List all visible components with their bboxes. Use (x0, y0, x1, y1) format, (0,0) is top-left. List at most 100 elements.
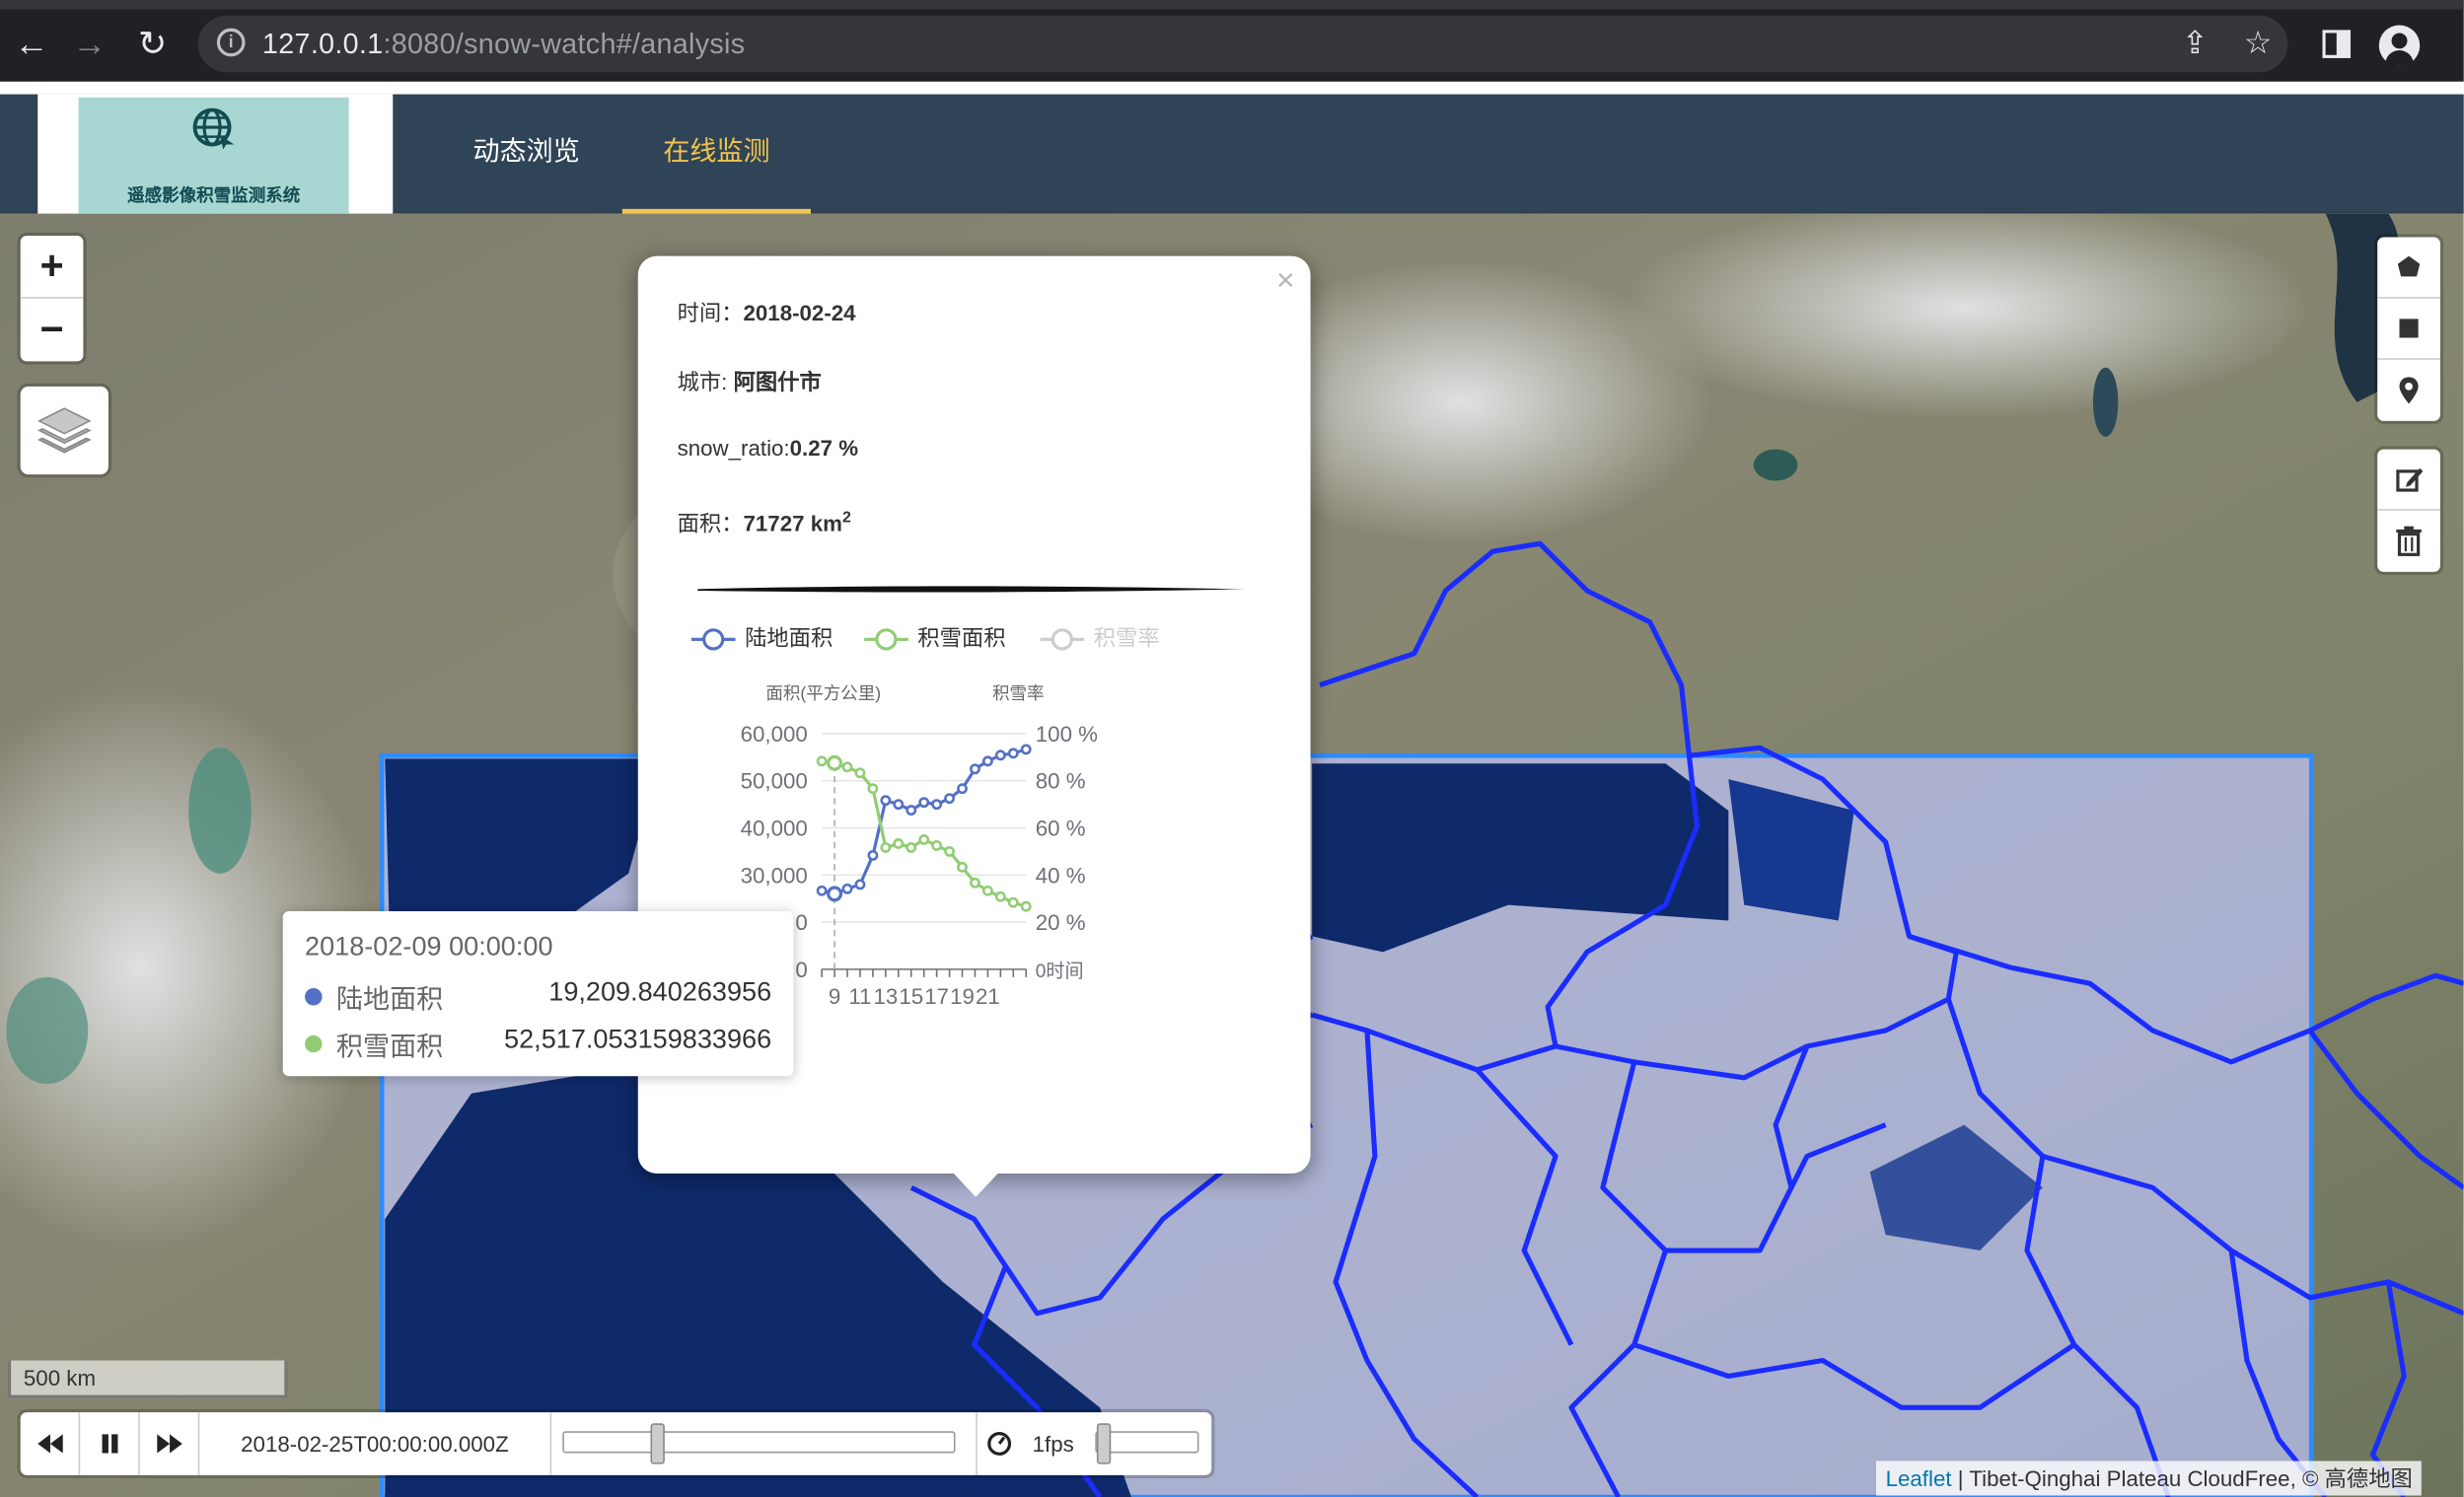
series-point-snow (994, 891, 1006, 902)
rectangle-icon (2399, 319, 2419, 338)
series-point-snow (867, 783, 879, 795)
draw-rectangle-button[interactable] (2377, 299, 2440, 360)
y-left-tick-label: 0 (795, 910, 807, 935)
tooltip-snow-label: 积雪面积 (335, 1032, 444, 1062)
globe-icon (192, 107, 235, 150)
y-right-tick-label: 0时间 (1036, 961, 1084, 982)
reload-icon[interactable]: ↻ (121, 10, 184, 82)
side-panel-icon[interactable] (2310, 10, 2363, 82)
zoom-in-button[interactable]: + (20, 236, 84, 299)
popup-pointer (952, 1172, 1000, 1197)
zoom-out-button[interactable]: − (21, 299, 84, 362)
draw-marker-button[interactable] (2377, 360, 2440, 421)
popup-city-row: 城市: 阿图什市 (678, 366, 822, 397)
legend-ratio-label: 积雪率 (1093, 625, 1160, 651)
polygon-icon (2397, 255, 2421, 277)
series-point-land (893, 799, 905, 811)
browser-toolbar: ← → ↻ i 127.0.0.1:8080/snow-watch#/analy… (0, 0, 2464, 82)
chart-tooltip: 2018-02-09 00:00:00 陆地面积 19,209.84026395… (282, 910, 794, 1077)
legend-snow-ratio[interactable]: 积雪率 (1040, 622, 1160, 654)
tooltip-land-value: 19,209.840263956 (548, 976, 772, 1008)
y-right-axis-name: 积雪率 (992, 683, 1045, 703)
edit-layers-button[interactable] (2377, 450, 2440, 511)
draw-polygon-button[interactable] (2377, 238, 2440, 299)
logo-title: 遥感影像积雪监测系统 (127, 186, 301, 206)
scale-bar: 500 km (7, 1360, 288, 1398)
series-point-land (906, 805, 917, 817)
popup-close-button[interactable]: × (1276, 262, 1295, 300)
tooltip-snow-value: 52,517.053159833966 (504, 1024, 772, 1054)
leaflet-link[interactable]: Leaflet (1886, 1465, 1952, 1490)
fast-forward-icon (157, 1434, 182, 1454)
tab-online-monitoring[interactable]: 在线监测 (621, 95, 811, 214)
step-backward-button[interactable] (21, 1412, 81, 1475)
bookmark-star-icon[interactable]: ☆ (2231, 10, 2284, 82)
y-right-tick-label: 20 % (1036, 910, 1086, 935)
url-path: :8080/snow-watch#/analysis (383, 28, 746, 60)
series-point-snow (827, 754, 843, 771)
logo-panel: 遥感影像积雪监测系统 (78, 97, 349, 214)
layers-icon (37, 407, 92, 454)
x-tick-label: 17 (924, 984, 949, 1009)
series-point-land (841, 883, 853, 894)
popup-time-row: 时间：2018-02-24 (678, 297, 856, 328)
legend-land-label: 陆地面积 (745, 625, 833, 651)
series-point-snow (981, 885, 993, 896)
delete-layers-button[interactable] (2377, 511, 2440, 572)
logo[interactable]: 遥感影像积雪监测系统 (37, 94, 394, 214)
map-pin-icon (2399, 377, 2419, 404)
x-tick-label: 11 (848, 984, 871, 1009)
legend-snow-area[interactable]: 积雪面积 (864, 622, 1006, 654)
y-left-tick-label: 60,000 (741, 722, 808, 747)
city-value: 阿图什市 (733, 369, 822, 394)
tooltip-snow-dot (305, 1034, 323, 1053)
time-slider-track[interactable] (562, 1431, 956, 1454)
url-text: 127.0.0.1:8080/snow-watch#/analysis (262, 16, 745, 72)
area-label: 面积： (677, 510, 744, 536)
time-value: 2018-02-24 (743, 300, 856, 325)
series-point-snow (1020, 900, 1032, 912)
layers-button[interactable] (20, 386, 109, 475)
y-right-tick-label: 80 % (1036, 769, 1086, 794)
forward-icon[interactable]: → (58, 10, 121, 82)
legend-land-area[interactable]: 陆地面积 (690, 622, 833, 654)
tab-dynamic-browse[interactable]: 动态浏览 (466, 95, 588, 214)
y-left-tick-label: 40,000 (741, 816, 808, 840)
series-point-snow (854, 767, 866, 779)
series-point-land (827, 886, 843, 902)
series-point-land (918, 797, 930, 809)
city-label: 城市: (677, 369, 734, 394)
series-point-land (880, 795, 892, 807)
y-left-tick-label: 0 (795, 958, 807, 982)
tooltip-time: 2018-02-09 00:00:00 (305, 931, 553, 962)
step-forward-button[interactable] (140, 1412, 200, 1475)
address-bar[interactable]: i 127.0.0.1:8080/snow-watch#/analysis (197, 15, 2288, 73)
series-point-snow (893, 838, 905, 849)
series-point-land (970, 763, 980, 775)
y-right-tick-label: 40 % (1036, 863, 1086, 888)
speedometer-icon (987, 1432, 1012, 1456)
speed-slider-handle[interactable] (1096, 1423, 1112, 1464)
series-line-snow (821, 759, 1027, 908)
series-point-land (816, 885, 828, 896)
pause-icon (102, 1434, 118, 1454)
popup-ratio-row: snow_ratio:0.27 % (678, 435, 858, 460)
back-icon[interactable]: ← (0, 10, 63, 82)
series-point-snow (918, 834, 930, 845)
series-point-snow (957, 861, 968, 873)
share-icon[interactable]: ⇪ (2168, 10, 2221, 82)
time-slider-handle[interactable] (650, 1423, 665, 1464)
site-info-icon[interactable]: i (216, 28, 246, 57)
profile-avatar-icon[interactable] (2378, 25, 2421, 66)
attribution-text: | Tibet-Qinghai Plateau CloudFree, © 高德地… (1951, 1465, 2413, 1491)
series-point-land (981, 755, 993, 767)
y-left-axis-name: 面积(平方公里) (765, 683, 881, 703)
pause-button[interactable] (80, 1412, 140, 1475)
series-point-land (931, 799, 943, 811)
ratio-value: 0.27 % (789, 435, 859, 461)
speed-button[interactable] (976, 1412, 1020, 1475)
edit-toolbar (2377, 449, 2440, 572)
series-point-snow (841, 761, 853, 773)
tooltip-land-label: 陆地面积 (335, 984, 444, 1016)
tooltip-land-dot (305, 987, 323, 1006)
